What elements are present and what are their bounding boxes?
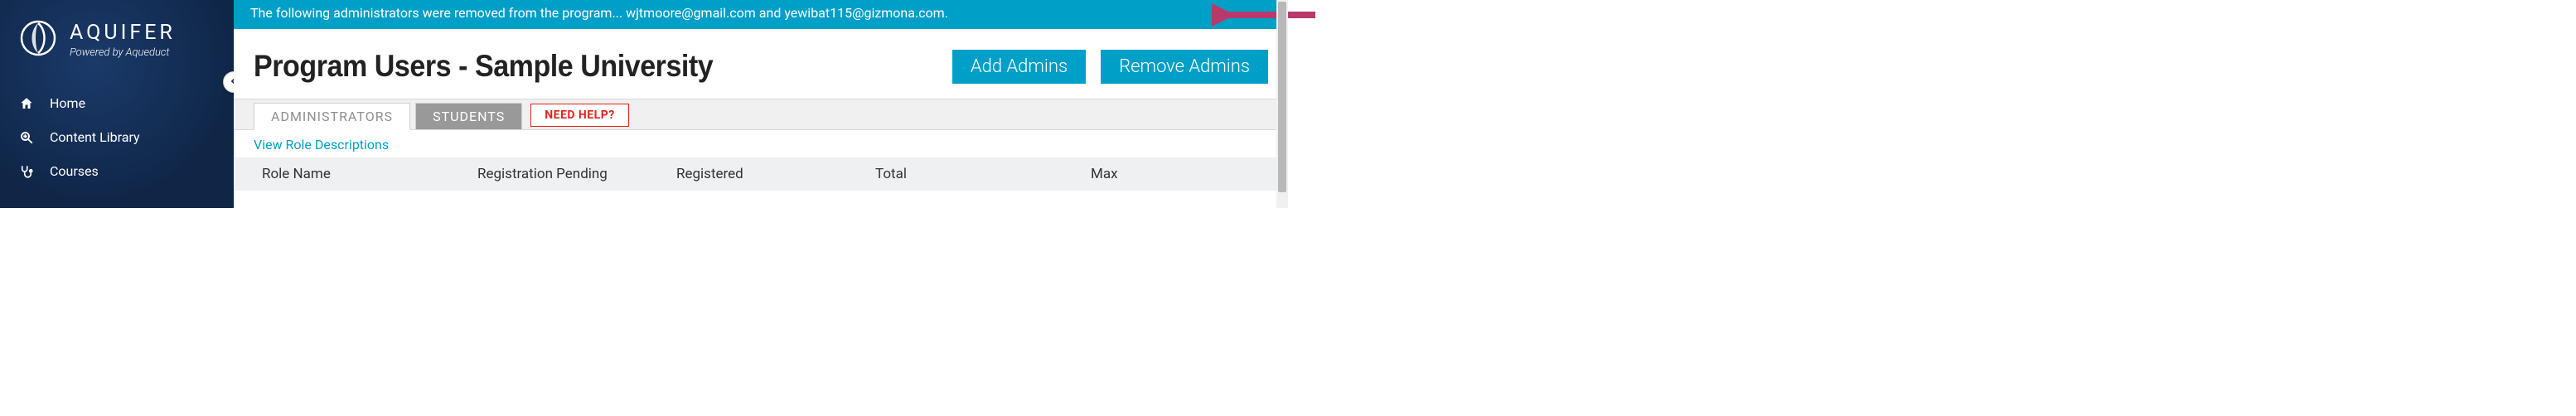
tab-students[interactable]: STUDENTS (415, 103, 522, 129)
sidebar-nav: Home Content Library Courses (0, 86, 234, 188)
th-total: Total (875, 166, 1091, 182)
brand-text: AQUIFER Powered by Aqueduct (70, 21, 176, 59)
th-max: Max (1091, 166, 1263, 182)
sidebar-item-home[interactable]: Home (0, 86, 234, 120)
page-header: Program Users - Sample University Add Ad… (254, 46, 1268, 99)
sidebar-item-label: Content Library (50, 129, 140, 145)
notification-banner: The following administrators were remove… (234, 0, 1288, 29)
aquifer-logo-icon (18, 18, 58, 61)
banner-message: The following administrators were remove… (250, 5, 948, 21)
brand: AQUIFER Powered by Aqueduct (0, 0, 234, 86)
home-icon (18, 96, 35, 111)
header-actions: Add Admins Remove Admins (952, 50, 1268, 84)
content: Program Users - Sample University Add Ad… (234, 29, 1288, 191)
th-role-name: Role Name (262, 166, 477, 182)
remove-admins-button[interactable]: Remove Admins (1101, 50, 1268, 84)
tab-bar: ADMINISTRATORS STUDENTS NEED HELP? (234, 99, 1288, 130)
tab-need-help[interactable]: NEED HELP? (530, 104, 629, 127)
view-role-descriptions-link[interactable]: View Role Descriptions (254, 130, 389, 157)
sidebar-item-label: Courses (50, 163, 99, 179)
sidebar-item-courses[interactable]: Courses (0, 154, 234, 188)
tab-administrators[interactable]: ADMINISTRATORS (254, 103, 410, 130)
sidebar-item-label: Home (50, 95, 85, 111)
brand-title: AQUIFER (70, 21, 176, 45)
search-plus-icon (18, 130, 35, 145)
th-registration-pending: Registration Pending (477, 166, 676, 182)
add-admins-button[interactable]: Add Admins (952, 50, 1086, 84)
sidebar-item-content-library[interactable]: Content Library (0, 120, 234, 154)
table-header-row: Role Name Registration Pending Registere… (234, 157, 1288, 191)
main: The following administrators were remove… (234, 0, 1288, 208)
stethoscope-icon (18, 164, 35, 179)
vertical-scrollbar[interactable] (1276, 0, 1288, 208)
scroll-thumb[interactable] (1278, 2, 1286, 192)
th-registered: Registered (676, 166, 875, 182)
brand-tagline: Powered by Aqueduct (70, 46, 176, 59)
page-title: Program Users - Sample University (254, 49, 713, 84)
sidebar: AQUIFER Powered by Aqueduct Home Content… (0, 0, 234, 208)
